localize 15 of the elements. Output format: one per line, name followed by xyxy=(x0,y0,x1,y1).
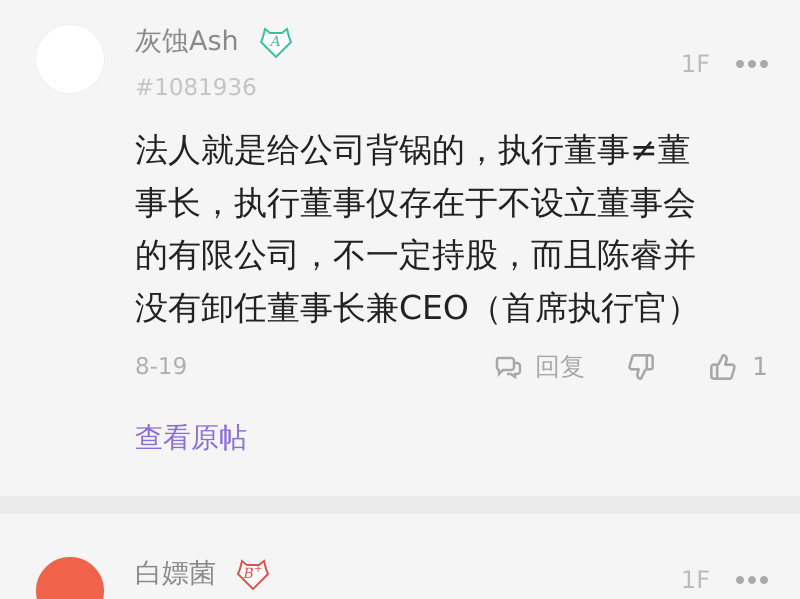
level-badge: A xyxy=(258,25,293,59)
thumbs-up-icon[interactable] xyxy=(709,353,738,381)
comment-date: 8-19 xyxy=(135,352,188,382)
reply-icon[interactable] xyxy=(495,355,522,379)
like-count: 1 xyxy=(752,351,768,384)
view-original-link[interactable]: 查看原帖 xyxy=(135,417,247,459)
username[interactable]: 白嫖菌 xyxy=(135,556,216,592)
more-icon[interactable] xyxy=(736,576,768,584)
floor-number: 1F xyxy=(680,52,710,76)
thumbs-down-icon[interactable] xyxy=(627,353,656,381)
username[interactable]: 灰蚀Ash xyxy=(135,24,239,60)
comment-text: 法人就是给公司背锅的，执行董事≠董事长，执行董事仅存在于不设立董事会的有限公司，不一定持股，而且陈睿并没有卸任董事长兼CEO（首席执行官） xyxy=(135,129,700,328)
floor-number: 1F xyxy=(680,568,710,592)
more-icon[interactable] xyxy=(736,60,768,68)
reply-button[interactable]: 回复 xyxy=(535,348,586,386)
